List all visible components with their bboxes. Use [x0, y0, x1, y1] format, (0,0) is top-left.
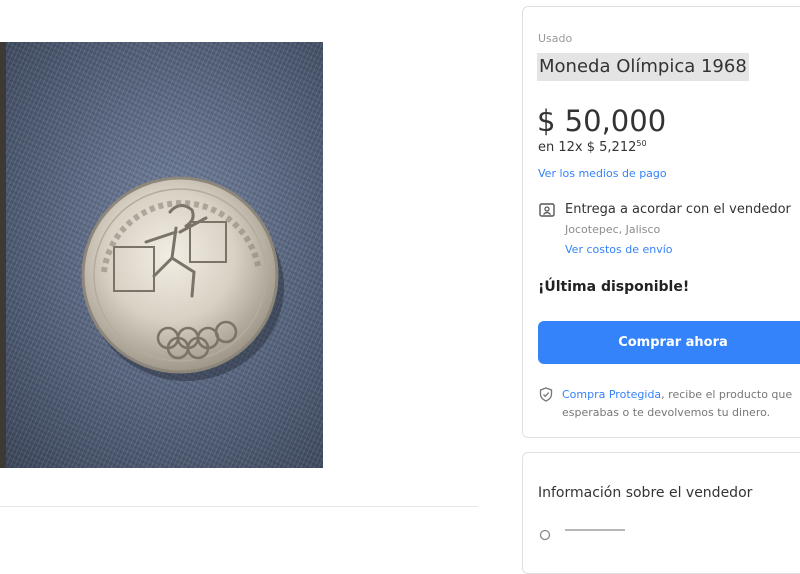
buy-box: Usado Moneda Olímpica 1968 $ 50,000 en 1…	[522, 6, 800, 438]
location-pin-icon	[539, 529, 551, 541]
section-divider	[0, 506, 478, 507]
installments-amount: en 12x $ 5,212	[538, 140, 637, 155]
shipping-costs-link[interactable]: Ver costos de envío	[565, 243, 673, 256]
condition-label: Usado	[538, 32, 573, 45]
id-card-icon	[539, 203, 555, 217]
installments-cents: 50	[636, 139, 647, 148]
protected-purchase-link[interactable]: Compra Protegida	[562, 388, 661, 401]
seller-info-box: Información sobre el vendedor	[522, 452, 800, 574]
seller-detail-cutoff	[565, 529, 625, 539]
seller-location: Jocotepec, Jalisco	[565, 223, 661, 236]
product-image[interactable]	[0, 42, 323, 468]
protection-notice: Compra Protegida, recibe el producto que…	[562, 386, 800, 422]
seller-info-title: Información sobre el vendedor	[538, 485, 753, 501]
product-title: Moneda Olímpica 1968	[537, 53, 749, 81]
coin-illustration	[81, 176, 284, 381]
stock-status: ¡Última disponible!	[538, 279, 690, 295]
shield-check-icon	[539, 387, 553, 402]
buy-now-button[interactable]: Comprar ahora	[538, 321, 800, 364]
shipping-title: Entrega a acordar con el vendedor	[565, 202, 791, 217]
price: $ 50,000	[537, 104, 667, 138]
installments: en 12x $ 5,21250	[538, 139, 647, 155]
payment-methods-link[interactable]: Ver los medios de pago	[538, 167, 667, 180]
